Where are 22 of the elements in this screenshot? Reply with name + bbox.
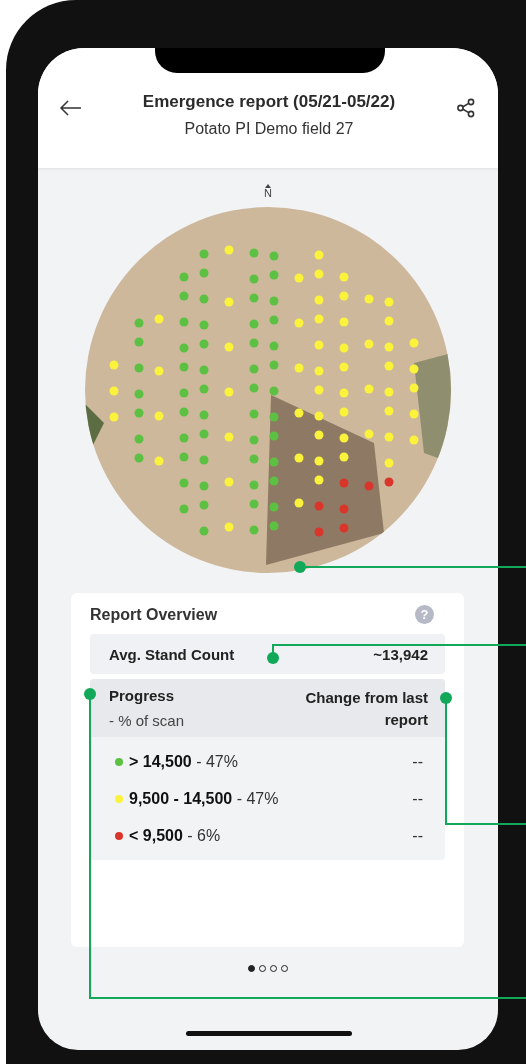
legend-label: > 14,500 - 47% xyxy=(129,752,239,771)
share-icon xyxy=(456,98,476,118)
north-arrow-icon xyxy=(265,184,271,188)
legend-label: < 9,500 - 6% xyxy=(129,826,222,845)
change-value: -- xyxy=(412,752,423,771)
card-title: Report Overview xyxy=(90,605,218,624)
change-value: -- xyxy=(412,826,423,845)
stat-value: ~13,942 xyxy=(373,645,428,663)
back-arrow-icon xyxy=(60,100,82,116)
back-button[interactable] xyxy=(60,100,82,116)
report-title: Emergence report (05/21-05/22) xyxy=(142,92,396,112)
column-title: Progress xyxy=(109,687,176,704)
column-title: Change from last report xyxy=(304,688,428,730)
legend-label: 9,500 - 14,500 - 47% xyxy=(129,789,280,808)
change-value: -- xyxy=(412,789,423,808)
stat-label: Avg. Stand Count xyxy=(109,645,235,663)
north-label: N xyxy=(264,188,272,199)
field-name: Potato PI Demo field 27 xyxy=(184,120,354,138)
page-dot[interactable] xyxy=(248,965,255,972)
help-icon[interactable]: ? xyxy=(415,605,434,624)
share-button[interactable] xyxy=(456,98,476,118)
column-subtitle: - % of scan xyxy=(109,712,185,729)
